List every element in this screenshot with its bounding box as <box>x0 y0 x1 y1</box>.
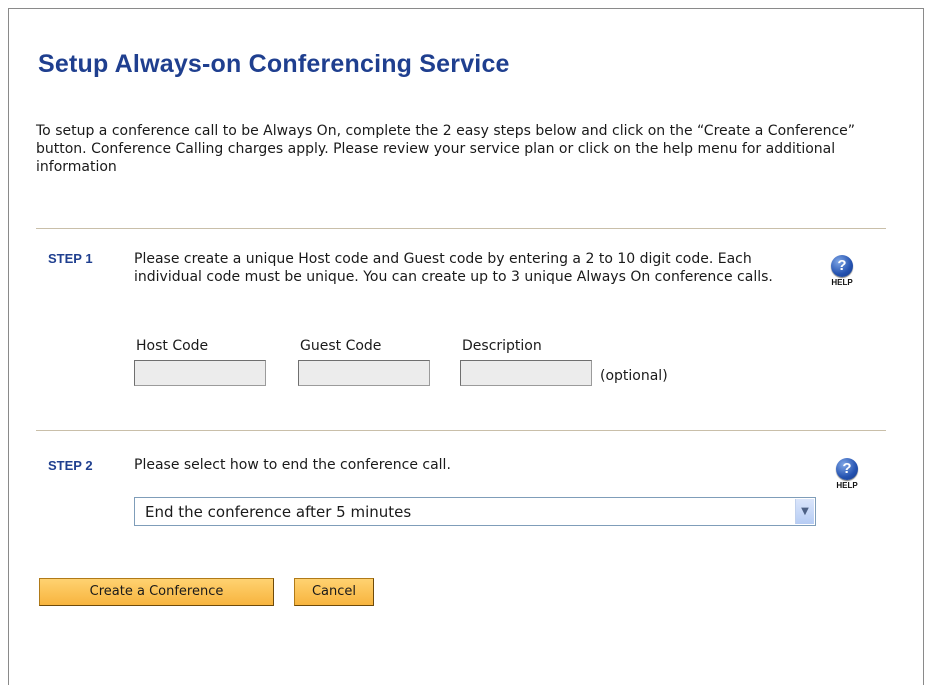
step1-help-button[interactable]: ? HELP <box>822 255 862 287</box>
step2-help-button[interactable]: ? HELP <box>827 458 867 490</box>
divider <box>36 228 886 229</box>
help-label: HELP <box>836 481 858 490</box>
page-title: Setup Always-on Conferencing Service <box>38 50 510 78</box>
create-conference-button[interactable]: Create a Conference <box>39 578 274 606</box>
description-input[interactable] <box>460 360 592 386</box>
end-conference-selected-value: End the conference after 5 minutes <box>145 503 412 521</box>
help-icon: ? <box>836 458 858 480</box>
host-code-input[interactable] <box>134 360 266 386</box>
chevron-down-icon[interactable]: ▼ <box>795 499 814 524</box>
help-label: HELP <box>831 278 853 287</box>
step2-instructions: Please select how to end the conference … <box>134 457 451 473</box>
intro-text: To setup a conference call to be Always … <box>36 123 856 175</box>
cancel-button[interactable]: Cancel <box>294 578 374 606</box>
step2-label: STEP 2 <box>48 458 93 473</box>
divider <box>36 430 886 431</box>
end-conference-select[interactable]: End the conference after 5 minutes ▼ <box>134 497 816 526</box>
step1-label: STEP 1 <box>48 251 93 266</box>
optional-note: (optional) <box>600 368 668 384</box>
guest-code-label: Guest Code <box>300 338 382 354</box>
description-label: Description <box>462 338 542 354</box>
help-icon: ? <box>831 255 853 277</box>
host-code-label: Host Code <box>136 338 209 354</box>
guest-code-input[interactable] <box>298 360 430 386</box>
step1-instructions: Please create a unique Host code and Gue… <box>134 251 773 285</box>
